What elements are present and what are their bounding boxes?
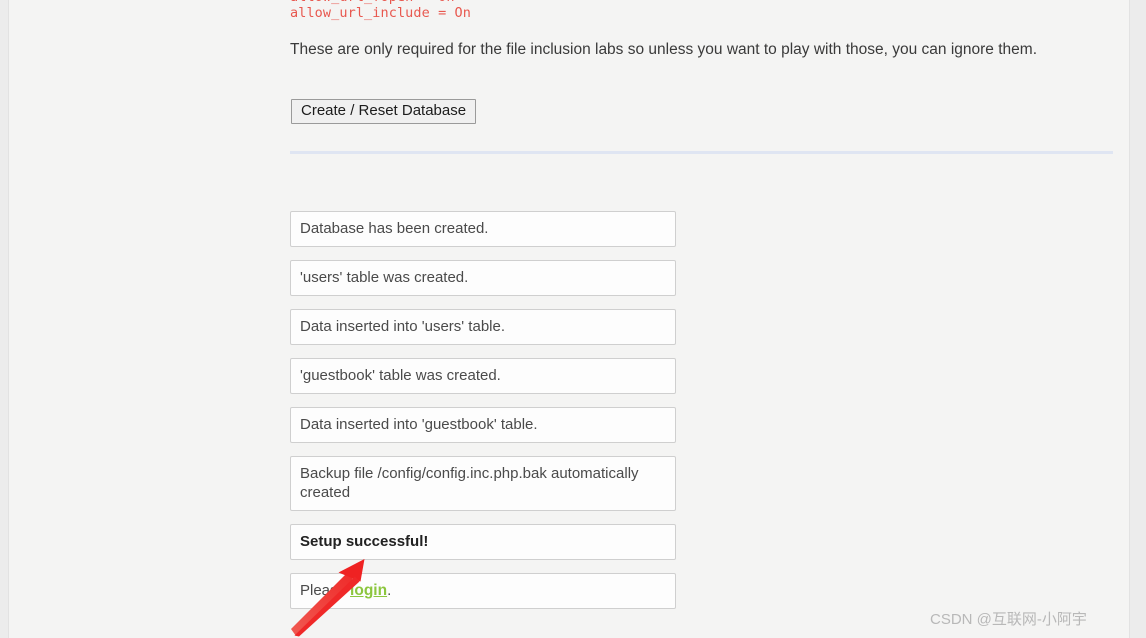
list-item-setup-successful: Setup successful!: [290, 524, 676, 560]
file-inclusion-note: These are only required for the file inc…: [290, 41, 1037, 58]
list-item: 'guestbook' table was created.: [290, 358, 676, 394]
list-item: Database has been created.: [290, 211, 676, 247]
page-content: allow_url_fopen = On allow_url_include =…: [290, 0, 1114, 609]
config-line-allow-url-include: allow_url_include = On: [290, 5, 472, 21]
login-suffix-text: .: [387, 582, 392, 599]
login-link[interactable]: login: [350, 582, 387, 599]
page-right-edge: [1129, 0, 1146, 638]
section-divider: [290, 151, 1113, 154]
setup-messages-list: Database has been created. 'users' table…: [290, 211, 676, 622]
csdn-watermark: CSDN @互联网-小阿宇: [930, 611, 1087, 628]
page-left-edge: [0, 0, 9, 638]
list-item-backup-file: Backup file /config/config.inc.php.bak a…: [290, 456, 676, 511]
create-reset-database-button[interactable]: Create / Reset Database: [291, 99, 477, 124]
list-item: 'users' table was created.: [290, 260, 676, 296]
list-item-please-login: Please login.: [290, 573, 676, 609]
list-item: Data inserted into 'users' table.: [290, 309, 676, 345]
list-item: Data inserted into 'guestbook' table.: [290, 407, 676, 443]
login-prefix-text: Please: [300, 582, 351, 599]
php-config-block: allow_url_fopen = On allow_url_include =…: [290, 0, 1114, 21]
